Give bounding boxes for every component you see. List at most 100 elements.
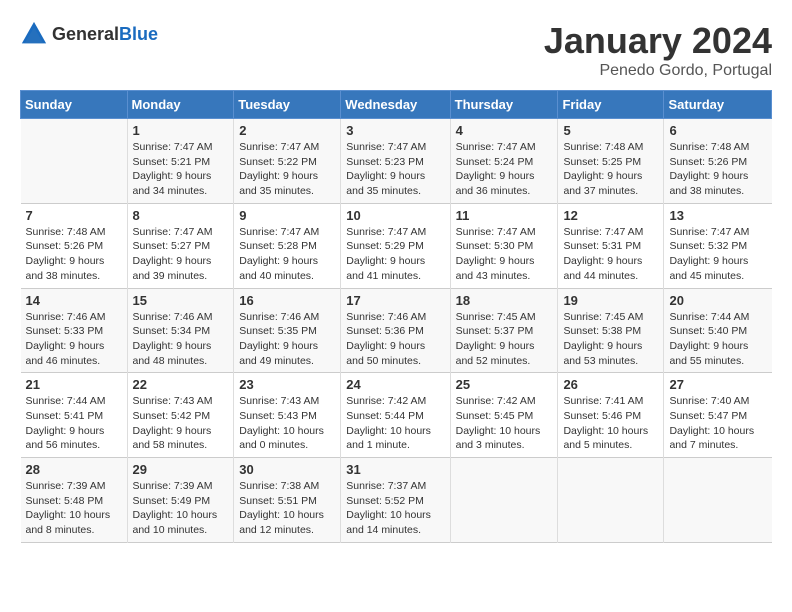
calendar-cell: 25 Sunrise: 7:42 AMSunset: 5:45 PMDayligh… xyxy=(450,373,558,458)
day-number: 28 xyxy=(26,462,122,477)
calendar-week-row: 21 Sunrise: 7:44 AMSunset: 5:41 PMDayligh… xyxy=(21,373,772,458)
calendar-cell: 31 Sunrise: 7:37 AMSunset: 5:52 PMDayligh… xyxy=(341,458,450,543)
day-number: 20 xyxy=(669,293,766,308)
calendar-cell: 19 Sunrise: 7:45 AMSunset: 5:38 PMDayligh… xyxy=(558,288,664,373)
calendar-cell: 3 Sunrise: 7:47 AMSunset: 5:23 PMDaylight… xyxy=(341,119,450,204)
day-info: Sunrise: 7:39 AMSunset: 5:49 PMDaylight:… xyxy=(133,479,229,538)
day-info: Sunrise: 7:45 AMSunset: 5:37 PMDaylight:… xyxy=(456,310,553,369)
calendar-week-row: 1Sunrise: 7:47 AMSunset: 5:21 PMDaylight… xyxy=(21,119,772,204)
day-number: 16 xyxy=(239,293,335,308)
day-info: Sunrise: 7:47 AMSunset: 5:30 PMDaylight:… xyxy=(456,225,553,284)
day-number: 30 xyxy=(239,462,335,477)
calendar-cell xyxy=(450,458,558,543)
calendar-cell: 29Sunrise: 7:39 AMSunset: 5:49 PMDayligh… xyxy=(127,458,234,543)
day-info: Sunrise: 7:48 AMSunset: 5:26 PMDaylight:… xyxy=(669,140,766,199)
location-subtitle: Penedo Gordo, Portugal xyxy=(544,62,772,80)
day-info: Sunrise: 7:42 AMSunset: 5:45 PMDaylight:… xyxy=(456,394,553,453)
calendar-cell: 6Sunrise: 7:48 AMSunset: 5:26 PMDaylight… xyxy=(664,119,772,204)
page-header: General Blue January 2024 Penedo Gordo, … xyxy=(20,20,772,80)
calendar-cell: 10Sunrise: 7:47 AMSunset: 5:29 PMDayligh… xyxy=(341,203,450,288)
calendar-cell: 9Sunrise: 7:47 AMSunset: 5:28 PMDaylight… xyxy=(234,203,341,288)
calendar-cell: 30 Sunrise: 7:38 AMSunset: 5:51 PMDayligh… xyxy=(234,458,341,543)
calendar-cell: 11 Sunrise: 7:47 AMSunset: 5:30 PMDayligh… xyxy=(450,203,558,288)
calendar-cell: 5Sunrise: 7:48 AMSunset: 5:25 PMDaylight… xyxy=(558,119,664,204)
calendar-cell: 22 Sunrise: 7:43 AMSunset: 5:42 PMDayligh… xyxy=(127,373,234,458)
calendar-cell: 4 Sunrise: 7:47 AMSunset: 5:24 PMDaylight… xyxy=(450,119,558,204)
calendar-cell: 8 Sunrise: 7:47 AMSunset: 5:27 PMDaylight… xyxy=(127,203,234,288)
day-info: Sunrise: 7:42 AMSunset: 5:44 PMDaylight:… xyxy=(346,394,444,453)
calendar-cell: 20 Sunrise: 7:44 AMSunset: 5:40 PMDayligh… xyxy=(664,288,772,373)
day-number: 10 xyxy=(346,208,444,223)
calendar-cell: 17 Sunrise: 7:46 AMSunset: 5:36 PMDayligh… xyxy=(341,288,450,373)
day-info: Sunrise: 7:37 AMSunset: 5:52 PMDaylight:… xyxy=(346,479,444,538)
day-number: 1 xyxy=(133,123,229,138)
calendar-week-row: 7Sunrise: 7:48 AMSunset: 5:26 PMDaylight… xyxy=(21,203,772,288)
day-number: 19 xyxy=(563,293,658,308)
weekday-header-monday: Monday xyxy=(127,91,234,119)
logo: General Blue xyxy=(20,20,158,48)
calendar-cell: 28 Sunrise: 7:39 AMSunset: 5:48 PMDayligh… xyxy=(21,458,128,543)
weekday-header-tuesday: Tuesday xyxy=(234,91,341,119)
day-number: 31 xyxy=(346,462,444,477)
day-info: Sunrise: 7:44 AMSunset: 5:40 PMDaylight:… xyxy=(669,310,766,369)
day-number: 21 xyxy=(26,377,122,392)
weekday-header-thursday: Thursday xyxy=(450,91,558,119)
day-info: Sunrise: 7:46 AMSunset: 5:33 PMDaylight:… xyxy=(26,310,122,369)
calendar-cell xyxy=(558,458,664,543)
calendar-week-row: 28 Sunrise: 7:39 AMSunset: 5:48 PMDayligh… xyxy=(21,458,772,543)
calendar-cell: 13 Sunrise: 7:47 AMSunset: 5:32 PMDayligh… xyxy=(664,203,772,288)
day-number: 15 xyxy=(133,293,229,308)
day-number: 14 xyxy=(26,293,122,308)
weekday-header-saturday: Saturday xyxy=(664,91,772,119)
day-number: 8 xyxy=(133,208,229,223)
day-number: 13 xyxy=(669,208,766,223)
logo-blue-text: Blue xyxy=(119,24,158,45)
calendar-cell: 27Sunrise: 7:40 AMSunset: 5:47 PMDayligh… xyxy=(664,373,772,458)
calendar-cell: 15Sunrise: 7:46 AMSunset: 5:34 PMDayligh… xyxy=(127,288,234,373)
day-number: 12 xyxy=(563,208,658,223)
calendar-cell xyxy=(21,119,128,204)
calendar-cell: 14 Sunrise: 7:46 AMSunset: 5:33 PMDayligh… xyxy=(21,288,128,373)
day-info: Sunrise: 7:39 AMSunset: 5:48 PMDaylight:… xyxy=(26,479,122,538)
calendar-cell: 2Sunrise: 7:47 AMSunset: 5:22 PMDaylight… xyxy=(234,119,341,204)
weekday-header-friday: Friday xyxy=(558,91,664,119)
day-info: Sunrise: 7:46 AMSunset: 5:35 PMDaylight:… xyxy=(239,310,335,369)
logo-icon xyxy=(20,20,48,48)
calendar-cell: 26Sunrise: 7:41 AMSunset: 5:46 PMDayligh… xyxy=(558,373,664,458)
day-info: Sunrise: 7:40 AMSunset: 5:47 PMDaylight:… xyxy=(669,394,766,453)
calendar-table: SundayMondayTuesdayWednesdayThursdayFrid… xyxy=(20,90,772,543)
calendar-cell: 23Sunrise: 7:43 AMSunset: 5:43 PMDayligh… xyxy=(234,373,341,458)
calendar-cell: 24Sunrise: 7:42 AMSunset: 5:44 PMDayligh… xyxy=(341,373,450,458)
day-number: 17 xyxy=(346,293,444,308)
day-number: 22 xyxy=(133,377,229,392)
day-info: Sunrise: 7:45 AMSunset: 5:38 PMDaylight:… xyxy=(563,310,658,369)
day-number: 26 xyxy=(563,377,658,392)
calendar-cell: 21 Sunrise: 7:44 AMSunset: 5:41 PMDayligh… xyxy=(21,373,128,458)
day-info: Sunrise: 7:43 AMSunset: 5:42 PMDaylight:… xyxy=(133,394,229,453)
day-number: 3 xyxy=(346,123,444,138)
day-info: Sunrise: 7:47 AMSunset: 5:32 PMDaylight:… xyxy=(669,225,766,284)
day-info: Sunrise: 7:47 AMSunset: 5:27 PMDaylight:… xyxy=(133,225,229,284)
weekday-header-wednesday: Wednesday xyxy=(341,91,450,119)
day-number: 11 xyxy=(456,208,553,223)
day-info: Sunrise: 7:44 AMSunset: 5:41 PMDaylight:… xyxy=(26,394,122,453)
day-number: 25 xyxy=(456,377,553,392)
weekday-header-row: SundayMondayTuesdayWednesdayThursdayFrid… xyxy=(21,91,772,119)
day-info: Sunrise: 7:38 AMSunset: 5:51 PMDaylight:… xyxy=(239,479,335,538)
title-block: January 2024 Penedo Gordo, Portugal xyxy=(544,20,772,80)
day-number: 4 xyxy=(456,123,553,138)
calendar-cell: 1Sunrise: 7:47 AMSunset: 5:21 PMDaylight… xyxy=(127,119,234,204)
logo-general-text: General xyxy=(52,24,119,45)
day-number: 23 xyxy=(239,377,335,392)
calendar-cell: 7Sunrise: 7:48 AMSunset: 5:26 PMDaylight… xyxy=(21,203,128,288)
day-info: Sunrise: 7:48 AMSunset: 5:25 PMDaylight:… xyxy=(563,140,658,199)
month-year-title: January 2024 xyxy=(544,20,772,62)
day-number: 18 xyxy=(456,293,553,308)
calendar-cell: 12 Sunrise: 7:47 AMSunset: 5:31 PMDayligh… xyxy=(558,203,664,288)
day-info: Sunrise: 7:46 AMSunset: 5:36 PMDaylight:… xyxy=(346,310,444,369)
day-info: Sunrise: 7:47 AMSunset: 5:23 PMDaylight:… xyxy=(346,140,444,199)
day-info: Sunrise: 7:47 AMSunset: 5:22 PMDaylight:… xyxy=(239,140,335,199)
calendar-cell: 18 Sunrise: 7:45 AMSunset: 5:37 PMDayligh… xyxy=(450,288,558,373)
day-info: Sunrise: 7:47 AMSunset: 5:24 PMDaylight:… xyxy=(456,140,553,199)
day-info: Sunrise: 7:47 AMSunset: 5:31 PMDaylight:… xyxy=(563,225,658,284)
